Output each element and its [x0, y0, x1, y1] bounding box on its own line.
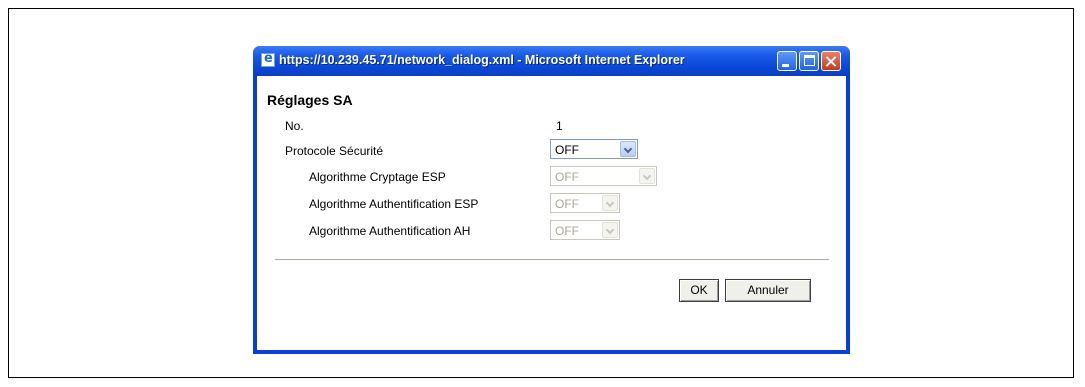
security-protocol-value: OFF: [555, 143, 579, 157]
chevron-down-icon: [602, 195, 618, 211]
security-protocol-select[interactable]: OFF: [550, 139, 638, 159]
dialog-content: Réglages SA No. 1 Protocole Sécurité OFF…: [257, 76, 846, 350]
ok-button[interactable]: OK: [679, 279, 719, 302]
security-protocol-label: Protocole Sécurité: [285, 144, 384, 158]
esp-auth-label: Algorithme Authentification ESP: [309, 197, 479, 211]
chevron-down-icon: [602, 222, 618, 238]
close-icon[interactable]: [821, 51, 841, 71]
minimize-icon[interactable]: [777, 51, 797, 71]
esp-auth-select: OFF: [550, 193, 620, 213]
window-title: https://10.239.45.71/network_dialog.xml …: [279, 53, 685, 67]
esp-encryption-value: OFF: [555, 170, 579, 184]
chevron-down-icon[interactable]: [620, 141, 636, 157]
no-label: No.: [285, 119, 304, 133]
separator: [275, 259, 829, 263]
cancel-button[interactable]: Annuler: [725, 279, 811, 302]
esp-auth-value: OFF: [555, 197, 579, 211]
title-bar[interactable]: https://10.239.45.71/network_dialog.xml …: [253, 46, 850, 76]
chevron-down-icon: [639, 168, 655, 184]
dialog-heading: Réglages SA: [267, 92, 353, 108]
ie-dialog-window: https://10.239.45.71/network_dialog.xml …: [253, 46, 850, 354]
ah-auth-value: OFF: [555, 224, 579, 238]
no-value: 1: [556, 119, 563, 133]
ah-auth-select: OFF: [550, 220, 620, 240]
esp-encryption-label: Algorithme Cryptage ESP: [309, 170, 446, 184]
maximize-icon[interactable]: [799, 51, 819, 71]
esp-encryption-select: OFF: [550, 166, 657, 186]
ah-auth-label: Algorithme Authentification AH: [309, 224, 471, 238]
ie-page-icon: [261, 51, 275, 67]
